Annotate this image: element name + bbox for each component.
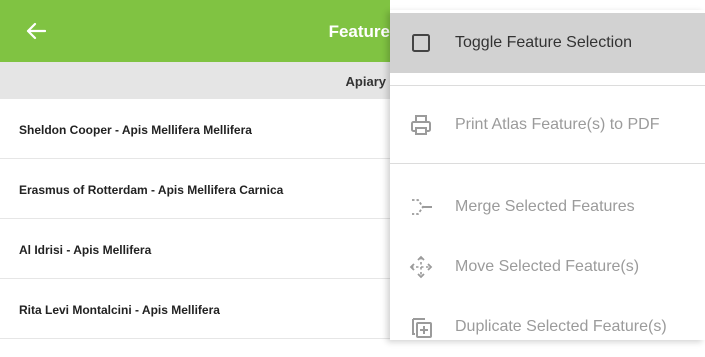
list-item-label: Al Idrisi - Apis Mellifera — [19, 243, 152, 257]
menu-item-merge-features[interactable]: Merge Selected Features — [390, 177, 705, 237]
menu-item-label: Print Atlas Feature(s) to PDF — [455, 116, 660, 133]
list-item[interactable]: Rita Levi Montalcini - Apis Mellifera — [0, 279, 390, 339]
menu-item-move-features[interactable]: Move Selected Feature(s) — [390, 237, 705, 297]
list-item-label: Erasmus of Rotterdam - Apis Mellifera Ca… — [19, 183, 284, 197]
context-menu: Toggle Feature Selection Print Atlas Fea… — [390, 10, 705, 340]
app-bar: Feature — [0, 0, 390, 62]
menu-divider — [390, 163, 705, 164]
menu-item-label: Toggle Feature Selection — [455, 34, 632, 51]
menu-item-label: Move Selected Feature(s) — [455, 258, 640, 275]
menu-item-toggle-feature-selection[interactable]: Toggle Feature Selection — [390, 13, 705, 73]
feature-list: Sheldon Cooper - Apis Mellifera Mellifer… — [0, 99, 390, 339]
section-title: Apiary — [345, 74, 386, 89]
menu-item-print-atlas[interactable]: Print Atlas Feature(s) to PDF — [390, 95, 705, 155]
menu-item-duplicate-features[interactable]: Duplicate Selected Feature(s) — [390, 297, 705, 357]
list-item[interactable]: Al Idrisi - Apis Mellifera — [0, 219, 390, 279]
checkbox-icon — [412, 34, 430, 52]
duplicate-icon — [412, 318, 432, 338]
printer-icon — [411, 115, 431, 135]
menu-item-label: Merge Selected Features — [455, 198, 635, 215]
list-item[interactable]: Erasmus of Rotterdam - Apis Mellifera Ca… — [0, 159, 390, 219]
list-item-label: Sheldon Cooper - Apis Mellifera Mellifer… — [19, 123, 252, 137]
list-item[interactable]: Sheldon Cooper - Apis Mellifera Mellifer… — [0, 99, 390, 159]
menu-item-label: Duplicate Selected Feature(s) — [455, 318, 667, 335]
page-title: Feature — [328, 22, 390, 41]
menu-divider — [390, 85, 705, 86]
merge-icon — [412, 199, 432, 215]
move-icon — [409, 255, 433, 279]
arrow-left-icon[interactable] — [26, 22, 46, 40]
feature-list-pane: Feature Apiary Sheldon Cooper - Apis Mel… — [0, 0, 390, 340]
list-item-label: Rita Levi Montalcini - Apis Mellifera — [19, 303, 220, 317]
section-header: Apiary — [0, 62, 390, 99]
